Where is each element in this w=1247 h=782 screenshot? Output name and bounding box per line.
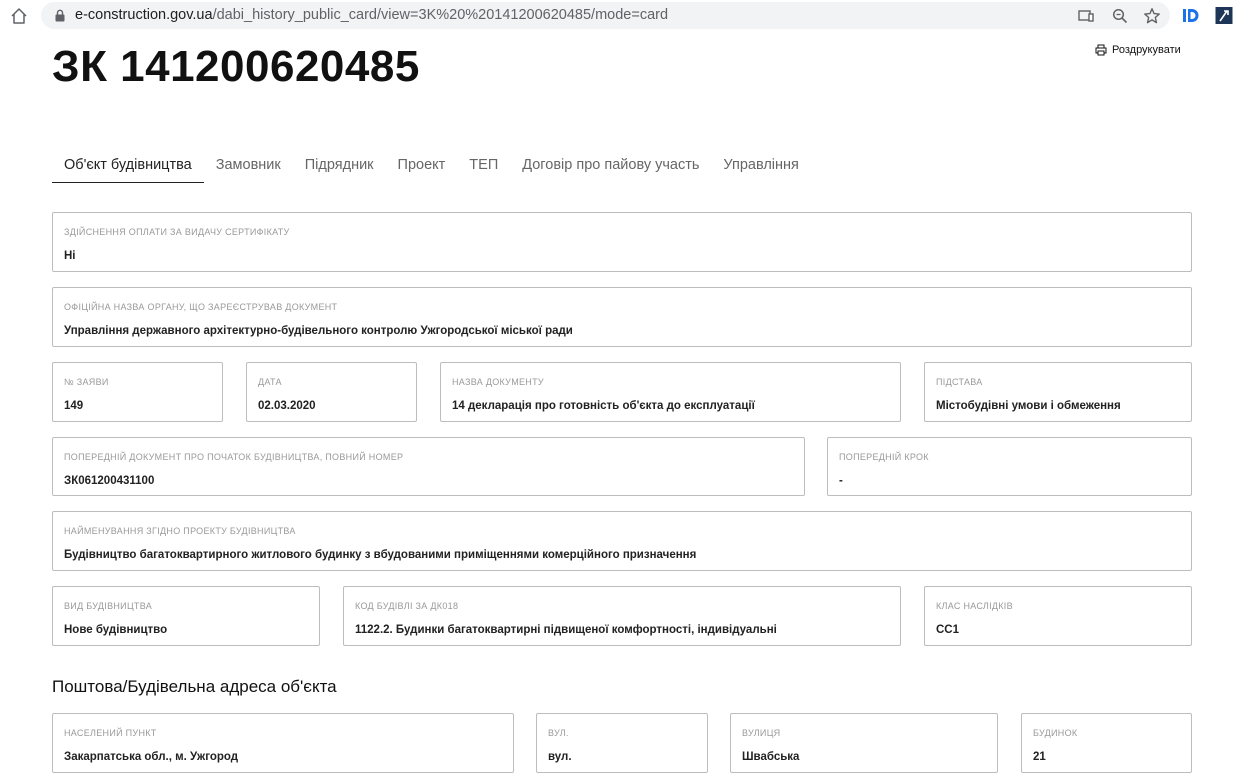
- field-value: Будівництво багатоквартирного житлового …: [64, 549, 697, 561]
- field-label: Дата: [258, 377, 282, 387]
- field-construction-type: Вид будівництва Нове будівництво: [52, 586, 320, 646]
- field-label: Підстава: [936, 377, 983, 387]
- field-value: ЗК061200431100: [64, 475, 155, 487]
- tab-tep[interactable]: ТЕП: [457, 148, 510, 183]
- extension-icon[interactable]: [1215, 6, 1233, 25]
- home-icon[interactable]: [9, 6, 29, 26]
- print-label: Роздрукувати: [1112, 44, 1181, 56]
- field-application-no: № заяви 149: [52, 362, 223, 422]
- field-value: 21: [1033, 751, 1046, 763]
- field-value: Ні: [64, 250, 76, 262]
- field-previous-step: Попередній крок -: [827, 437, 1192, 496]
- lock-icon: [54, 9, 66, 22]
- field-building-code: Код будівлі за ДК018 1122.2. Будинки баг…: [343, 586, 901, 646]
- field-street: Вулиця Швабська: [730, 713, 998, 773]
- address-bar[interactable]: e-construction.gov.ua/dabi_history_publi…: [41, 2, 1170, 29]
- field-label: Вид будівництва: [64, 601, 153, 611]
- tab-project[interactable]: Проект: [386, 148, 458, 183]
- star-icon[interactable]: [1143, 7, 1161, 25]
- field-previous-document: Попередній документ про початок будівниц…: [52, 437, 805, 496]
- printer-icon: [1095, 44, 1107, 56]
- field-locality: Населений пункт Закарпатська обл., м. Уж…: [52, 713, 514, 773]
- url-text: e-construction.gov.ua/dabi_history_publi…: [75, 7, 668, 23]
- url-path: /dabi_history_public_card/view=3K%20%201…: [212, 7, 669, 23]
- tab-customer[interactable]: Замовник: [204, 148, 293, 183]
- field-label: Здійснення оплати за видачу сертифікату: [64, 227, 290, 237]
- tab-object[interactable]: Об'єкт будівництва: [52, 148, 204, 183]
- field-label: Попередній крок: [839, 452, 929, 462]
- field-street-type: Вул. вул.: [536, 713, 708, 773]
- tab-bar: Об'єкт будівництва Замовник Підрядник Пр…: [52, 148, 811, 183]
- field-value: -: [839, 475, 843, 487]
- tab-management[interactable]: Управління: [711, 148, 810, 183]
- field-label: Клас наслідків: [936, 601, 1013, 611]
- field-building: Будинок 21: [1021, 713, 1192, 773]
- field-value: 02.03.2020: [258, 400, 316, 412]
- cast-icon[interactable]: [1077, 7, 1095, 25]
- field-consequence-class: Клас наслідків СС1: [924, 586, 1192, 646]
- address-section-title: Поштова/Будівельна адреса об'єкта: [52, 677, 337, 696]
- field-value: СС1: [936, 624, 960, 636]
- field-label: Вулиця: [742, 728, 781, 738]
- field-label: Вул.: [548, 728, 569, 738]
- field-authority: Офіційна назва органу, що зареєстрував д…: [52, 287, 1192, 347]
- field-document-name: Назва документу 14 декларація про готовн…: [440, 362, 901, 422]
- tab-contractor[interactable]: Підрядник: [293, 148, 386, 183]
- field-label: Код будівлі за ДК018: [355, 601, 459, 611]
- field-label: Офіційна назва органу, що зареєстрував д…: [64, 302, 338, 312]
- url-host: e-construction.gov.ua: [75, 7, 213, 23]
- field-value: Управління державного архітектурно-будів…: [64, 325, 573, 337]
- field-project-name: Найменування згідно проекту будівництва …: [52, 511, 1192, 571]
- field-date: Дата 02.03.2020: [246, 362, 417, 422]
- field-value: Нове будівництво: [64, 624, 168, 636]
- browser-toolbar: e-construction.gov.ua/dabi_history_publi…: [0, 0, 1247, 33]
- field-label: Назва документу: [452, 377, 544, 387]
- id-extension-icon[interactable]: [1182, 6, 1200, 25]
- field-value: 14 декларація про готовність об'єкта до …: [452, 400, 755, 412]
- field-value: Містобудівні умови і обмеження: [936, 400, 1121, 412]
- field-value: Швабська: [742, 751, 800, 763]
- field-label: № заяви: [64, 377, 109, 387]
- field-label: Попередній документ про початок будівниц…: [64, 452, 404, 462]
- field-value: вул.: [548, 751, 572, 763]
- field-label: Найменування згідно проекту будівництва: [64, 526, 296, 536]
- print-button[interactable]: Роздрукувати: [1095, 44, 1181, 56]
- field-label: Населений пункт: [64, 728, 157, 738]
- tab-share-agreement[interactable]: Договір про пайову участь: [510, 148, 711, 183]
- field-basis: Підстава Містобудівні умови і обмеження: [924, 362, 1192, 422]
- field-value: Закарпатська обл., м. Ужгород: [64, 751, 239, 763]
- field-value: 149: [64, 400, 84, 412]
- page-title: ЗК 141200620485: [52, 42, 420, 91]
- field-payment: Здійснення оплати за видачу сертифікату …: [52, 212, 1192, 272]
- field-value: 1122.2. Будинки багатоквартирні підвищен…: [355, 624, 777, 636]
- zoom-icon[interactable]: [1111, 7, 1129, 25]
- field-label: Будинок: [1033, 728, 1078, 738]
